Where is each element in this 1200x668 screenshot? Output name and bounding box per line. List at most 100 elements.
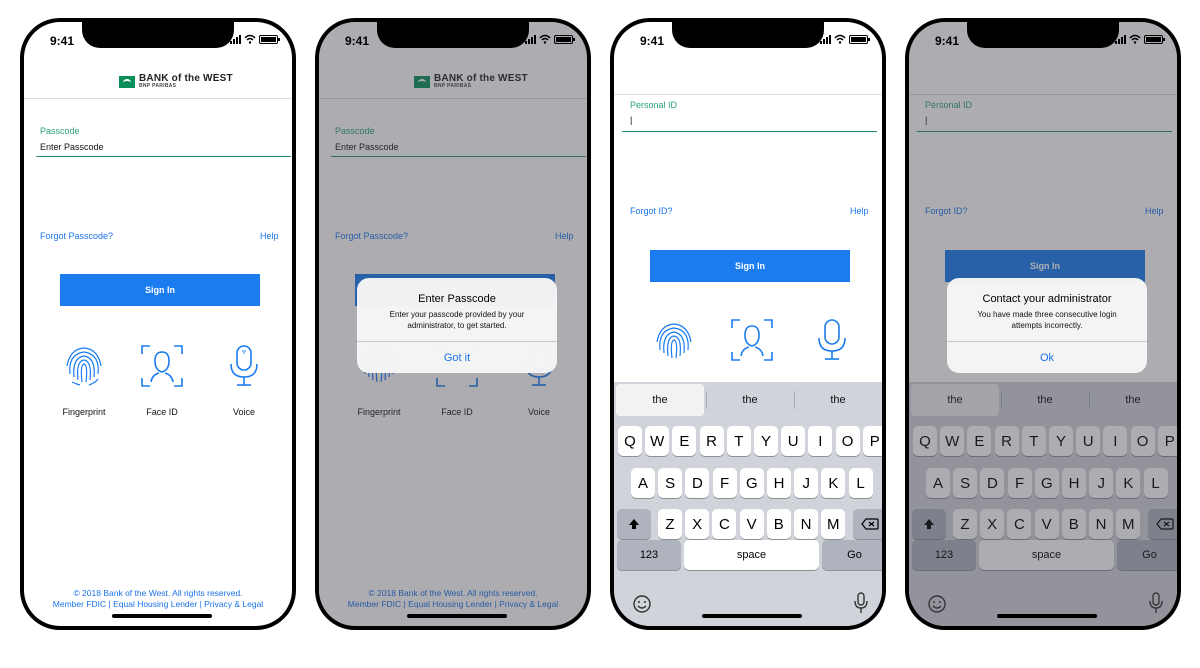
screen: 9:41 Personal ID | Forgot ID? Help Sign … <box>909 22 1177 626</box>
key-space[interactable]: space <box>684 540 819 570</box>
stage: 9:41 BANK of the WEST BNP PARIBAS Passco… <box>0 0 1200 668</box>
key-letter[interactable]: N <box>794 509 818 539</box>
legal-links[interactable]: Member FDIC | Equal Housing Lender | Pri… <box>24 599 292 610</box>
status-time: 9:41 <box>345 34 370 48</box>
status-time: 9:41 <box>640 34 665 48</box>
status-time: 9:41 <box>935 34 960 48</box>
battery-icon <box>554 34 575 44</box>
battery-icon <box>259 34 280 44</box>
help-link[interactable]: Help <box>260 231 279 241</box>
wifi-icon <box>834 34 846 44</box>
personal-id-underline <box>622 131 877 132</box>
suggestion-1[interactable]: the <box>616 384 704 416</box>
signal-icon <box>525 34 536 44</box>
header-divider <box>614 94 882 95</box>
notch <box>672 22 824 48</box>
key-letter[interactable]: X <box>685 509 710 539</box>
header-divider <box>24 98 292 99</box>
microphone-icon[interactable] <box>226 344 262 388</box>
key-letter[interactable]: C <box>712 509 737 539</box>
key-letter[interactable]: J <box>794 468 819 498</box>
enter-passcode-alert: Enter Passcode Enter your passcode provi… <box>357 278 557 373</box>
passcode-label: Passcode <box>40 126 80 136</box>
key-letter[interactable]: F <box>712 468 737 498</box>
passcode-input[interactable]: Enter Passcode <box>40 142 104 152</box>
home-indicator <box>112 614 212 618</box>
key-letter[interactable]: W <box>645 426 670 456</box>
key-go[interactable]: Go <box>822 540 882 570</box>
suggestion-3[interactable]: the <box>794 382 882 418</box>
key-letter[interactable]: D <box>685 468 710 498</box>
key-letter[interactable]: H <box>767 468 791 498</box>
key-letter[interactable]: O <box>835 426 860 456</box>
dictation-icon[interactable] <box>854 592 868 614</box>
home-indicator <box>407 614 507 618</box>
key-letter[interactable]: K <box>821 468 846 498</box>
key-letter[interactable]: U <box>781 426 806 456</box>
signal-icon <box>230 34 241 44</box>
phone-passcode-alert-screen: 9:41 BANK of the WEST BNP PARIBAS Passco… <box>315 18 591 630</box>
forgot-passcode-link[interactable]: Forgot Passcode? <box>40 231 113 241</box>
signal-icon <box>1115 34 1126 44</box>
logo-line2: BNP PARIBAS <box>139 83 177 89</box>
notch <box>82 22 234 48</box>
microphone-icon[interactable] <box>814 318 850 362</box>
key-letter[interactable]: R <box>699 426 724 456</box>
key-123[interactable]: 123 <box>617 540 681 570</box>
personal-id-label: Personal ID <box>630 100 678 110</box>
fingerprint-label: Fingerprint <box>62 407 106 417</box>
key-letter[interactable]: I <box>808 426 833 456</box>
forgot-id-link[interactable]: Forgot ID? <box>630 206 673 216</box>
sign-in-button[interactable]: Sign In <box>650 250 850 282</box>
battery-icon <box>1144 34 1165 44</box>
wifi-icon <box>539 34 551 44</box>
key-letter[interactable]: Q <box>618 426 642 456</box>
wifi-icon <box>1129 34 1141 44</box>
suggestion-bar: the the the <box>614 382 882 418</box>
ok-button[interactable]: Ok <box>947 341 1147 373</box>
personal-id-input[interactable]: | <box>630 115 632 125</box>
status-icons <box>820 34 870 44</box>
home-indicator <box>997 614 1097 618</box>
bank-logo: BANK of the WEST BNP PARIBAS <box>119 74 233 89</box>
logo-mark-icon <box>119 75 135 88</box>
footer: © 2018 Bank of the West. All rights rese… <box>24 588 292 610</box>
signal-icon <box>820 34 831 44</box>
phone-passcode-screen: 9:41 BANK of the WEST BNP PARIBAS Passco… <box>20 18 296 630</box>
key-letter[interactable]: B <box>766 509 791 539</box>
copyright-text: © 2018 Bank of the West. All rights rese… <box>73 588 243 598</box>
suggestion-2[interactable]: the <box>706 382 794 418</box>
key-letter[interactable]: A <box>631 468 655 498</box>
key-letter[interactable]: G <box>739 468 764 498</box>
key-letter[interactable]: E <box>672 426 697 456</box>
face-id-icon[interactable] <box>730 318 774 362</box>
key-letter[interactable]: L <box>848 468 873 498</box>
alert-message: Enter your passcode provided by your adm… <box>389 310 525 330</box>
key-letter[interactable]: V <box>739 509 764 539</box>
sign-in-button[interactable]: Sign In <box>60 274 260 306</box>
status-icons <box>230 34 280 44</box>
key-letter[interactable]: P <box>862 426 882 456</box>
key-letter[interactable]: Y <box>754 426 778 456</box>
alert-title: Contact your administrator <box>982 293 1112 305</box>
delete-key[interactable] <box>853 509 882 539</box>
fingerprint-icon[interactable] <box>62 344 106 388</box>
key-letter[interactable]: S <box>658 468 683 498</box>
keyboard: the the the 123 space Go QWERTYUIOP ASDFG… <box>614 382 882 626</box>
shift-key[interactable] <box>617 509 651 539</box>
phone-lockout-alert-screen: 9:41 Personal ID | Forgot ID? Help Sign … <box>905 18 1181 630</box>
phone-personal-id-screen: 9:41 Personal ID | Forgot ID? Help Sign … <box>610 18 886 630</box>
key-letter[interactable]: T <box>726 426 751 456</box>
key-letter[interactable]: Z <box>658 509 682 539</box>
help-link[interactable]: Help <box>850 206 869 216</box>
status-time: 9:41 <box>50 34 75 48</box>
shift-icon <box>629 519 639 529</box>
status-icons <box>1115 34 1165 44</box>
wifi-icon <box>244 34 256 44</box>
emoji-icon[interactable] <box>632 594 652 614</box>
face-id-icon[interactable] <box>140 344 184 388</box>
key-letter[interactable]: M <box>821 509 846 539</box>
fingerprint-icon[interactable] <box>652 320 696 364</box>
got-it-button[interactable]: Got it <box>357 341 557 373</box>
screen: 9:41 Personal ID | Forgot ID? Help Sign … <box>614 22 882 626</box>
